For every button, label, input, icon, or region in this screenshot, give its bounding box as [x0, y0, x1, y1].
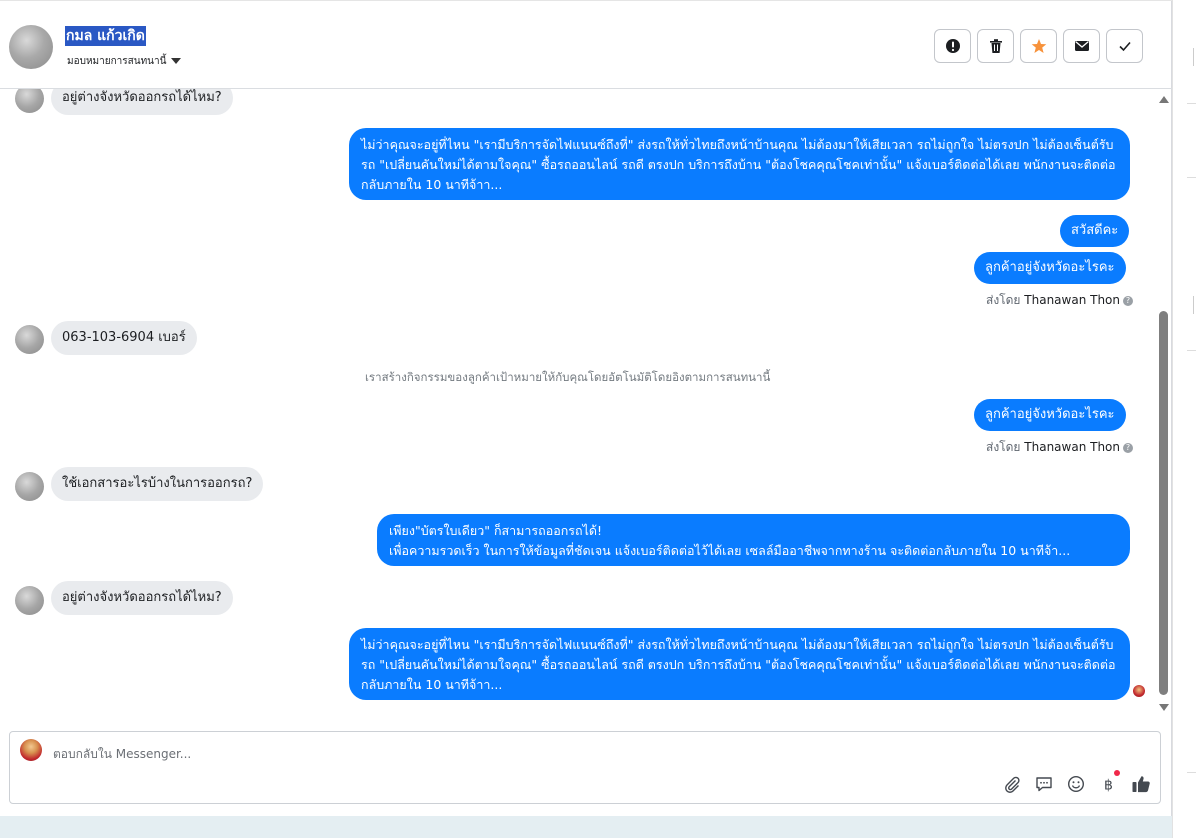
star-button[interactable] [1020, 29, 1057, 63]
contact-name[interactable]: กมล แก้วเกิด [65, 26, 146, 46]
message-line: เพียง"บัตรใบเดียว" ก็สามารถออกรถได้! [389, 523, 602, 538]
trash-icon [989, 39, 1002, 53]
sent-by-prefix: ส่งโดย [986, 440, 1021, 454]
reply-input[interactable] [53, 744, 953, 764]
messenger-inbox-window: กมล แก้วเกิด มอบหมายการสนทนานี้ อยู่ต่าง… [0, 0, 1196, 838]
baht-payment-icon[interactable]: ฿ [1099, 774, 1119, 794]
page-avatar [20, 739, 42, 761]
outgoing-message[interactable]: สวัสดีคะ [1060, 215, 1130, 247]
mark-unread-button[interactable] [1063, 29, 1100, 63]
like-icon[interactable] [1131, 774, 1151, 794]
reply-composer: ฿ [9, 731, 1161, 804]
svg-text:฿: ฿ [1104, 778, 1113, 794]
message-thread[interactable]: อยู่ต่างจังหวัดออกรถได้ไหม? ไม่ว่าคุณจะอ… [0, 89, 1158, 716]
notification-dot [1114, 770, 1120, 776]
sidebar-divider [1187, 103, 1196, 104]
message-line: เพื่อความรวดเร็ว ในการให้ข้อมูลที่ชัดเจน… [389, 543, 1071, 558]
emoji-icon[interactable] [1066, 774, 1086, 794]
seen-avatar-icon [1133, 685, 1145, 697]
right-sidebar-edge [1172, 0, 1196, 838]
paperclip-icon[interactable] [1002, 774, 1022, 794]
conversation-panel: กมล แก้วเกิด มอบหมายการสนทนานี้ อยู่ต่าง… [0, 0, 1172, 816]
scroll-up-arrow-icon[interactable] [1159, 96, 1169, 103]
help-icon[interactable]: ? [1123, 296, 1133, 306]
incoming-message[interactable]: 063-103-6904 เบอร์ [51, 321, 197, 355]
outgoing-message[interactable]: ลูกค้าอยู่จังหวัดอะไรคะ [974, 399, 1126, 431]
outgoing-message[interactable]: ลูกค้าอยู่จังหวัดอะไรคะ [974, 252, 1126, 284]
saved-reply-icon[interactable] [1034, 774, 1054, 794]
sender-avatar[interactable] [15, 472, 44, 501]
star-icon [1031, 39, 1046, 53]
sender-avatar[interactable] [15, 325, 44, 354]
incoming-message[interactable]: อยู่ต่างจังหวัดออกรถได้ไหม? [51, 89, 233, 115]
sidebar-divider [1187, 772, 1196, 773]
sent-by-prefix: ส่งโดย [986, 293, 1021, 307]
incoming-message[interactable]: ใช้เอกสารอะไรบ้างในการออกรถ? [51, 467, 264, 501]
contact-avatar[interactable] [9, 25, 53, 69]
mark-spam-button[interactable] [934, 29, 971, 63]
outgoing-message[interactable]: ไม่ว่าคุณจะอยู่ที่ไหน "เรามีบริการจัดไฟแ… [349, 628, 1130, 700]
assign-conversation-dropdown[interactable]: มอบหมายการสนทนานี้ [67, 55, 182, 69]
outgoing-message[interactable]: เพียง"บัตรใบเดียว" ก็สามารถออกรถได้! เพื… [377, 514, 1130, 566]
help-icon[interactable]: ? [1123, 443, 1133, 453]
caret-down-icon [171, 58, 182, 64]
exclamation-circle-icon [945, 39, 960, 53]
assign-label: มอบหมายการสนทนานี้ [67, 56, 167, 67]
sender-avatar[interactable] [15, 586, 44, 615]
sent-by-label: ส่งโดย Thanawan Thon? [986, 291, 1133, 310]
scrollbar-thumb[interactable] [1159, 311, 1168, 695]
check-icon [1118, 41, 1131, 52]
sender-avatar[interactable] [15, 89, 44, 113]
delete-button[interactable] [977, 29, 1014, 63]
sidebar-divider [1187, 177, 1196, 178]
mark-done-button[interactable] [1106, 29, 1143, 63]
bottom-bar [0, 816, 1172, 838]
scroll-down-arrow-icon[interactable] [1159, 704, 1169, 711]
envelope-icon [1074, 41, 1089, 51]
sent-by-label: ส่งโดย Thanawan Thon? [986, 438, 1133, 457]
sent-by-name[interactable]: Thanawan Thon [1024, 293, 1120, 307]
outgoing-message[interactable]: ไม่ว่าคุณจะอยู่ที่ไหน "เรามีบริการจัดไฟแ… [349, 128, 1130, 200]
incoming-message[interactable]: อยู่ต่างจังหวัดออกรถได้ไหม? [51, 581, 233, 615]
conversation-header: กมล แก้วเกิด มอบหมายการสนทนานี้ [0, 0, 1172, 89]
system-note: เราสร้างกิจกรรมของลูกค้าเป้าหมายให้กับคุ… [365, 370, 771, 384]
sent-by-name[interactable]: Thanawan Thon [1024, 440, 1120, 454]
sidebar-divider [1187, 350, 1196, 351]
